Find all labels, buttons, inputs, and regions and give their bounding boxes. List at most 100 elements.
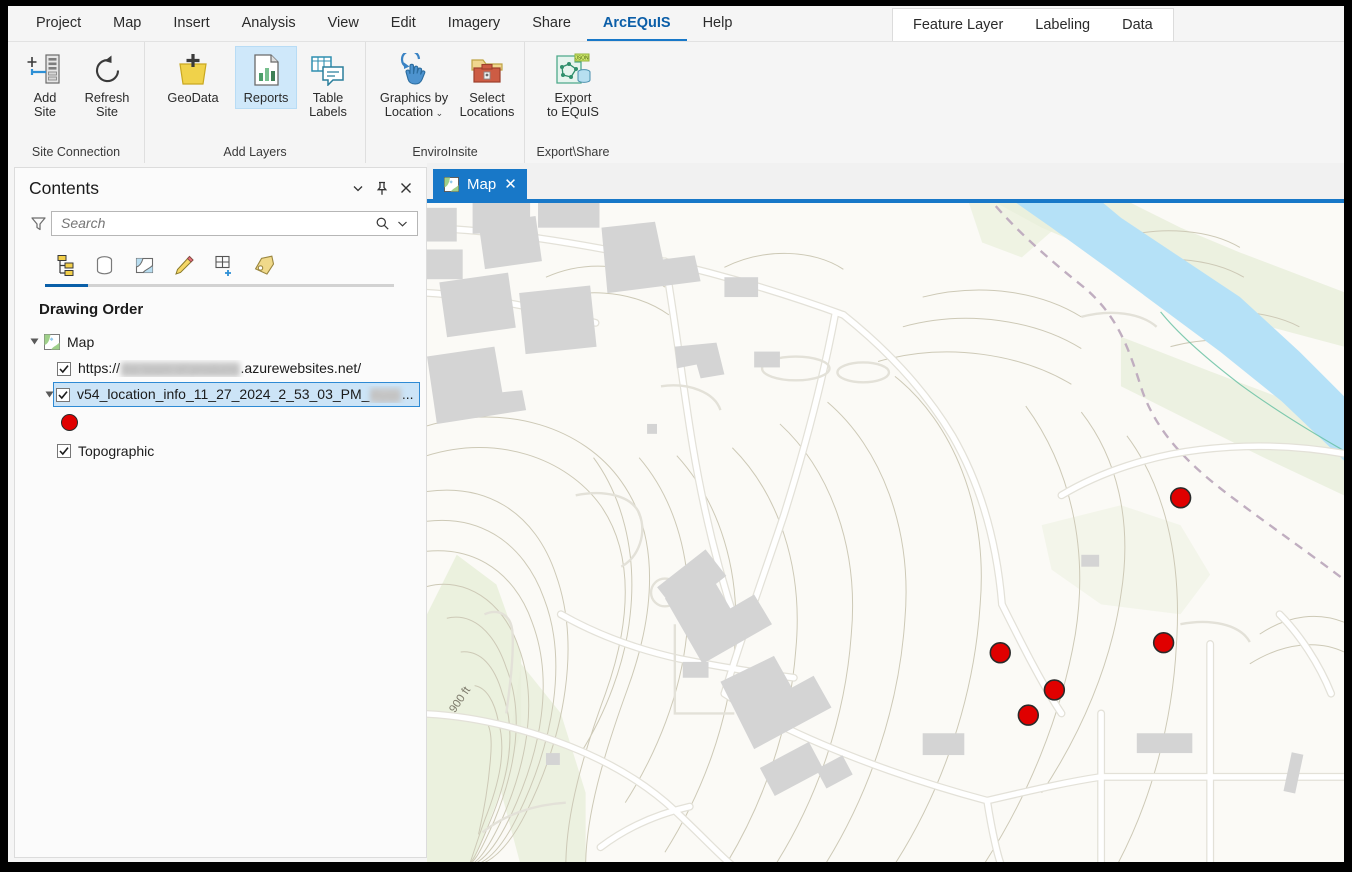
menu-item-map[interactable]: Map: [97, 6, 157, 41]
table-labels-button[interactable]: Table Labels: [297, 46, 359, 123]
context-tab-feature-layer[interactable]: Feature Layer: [897, 10, 1019, 41]
refresh-site-button[interactable]: Refresh Site: [76, 46, 138, 123]
search-icon[interactable]: [371, 216, 394, 231]
ribbon-group-label: Export\Share: [536, 145, 610, 159]
chevron-down-icon[interactable]: ⌄: [433, 108, 444, 118]
tree-node-layer-azurewebsites[interactable]: https://the team of products.azurewebsit…: [15, 355, 426, 382]
layer-label-suffix: .azurewebsites.net/: [240, 360, 362, 377]
search-box[interactable]: [51, 210, 418, 236]
menu-item-project[interactable]: Project: [20, 6, 97, 41]
location-point-2[interactable]: [1152, 631, 1175, 654]
graphics-by-location-button[interactable]: Graphics by Location ⌄: [372, 46, 456, 124]
reports-button[interactable]: Reports: [235, 46, 297, 109]
export-to-equis-button[interactable]: JSON Export to EQuIS: [531, 46, 615, 123]
add-site-label: Add Site: [33, 90, 57, 119]
contents-tab-underline: [45, 284, 394, 287]
select-locations-button[interactable]: Select Locations: [456, 46, 518, 123]
refresh-icon: [91, 52, 124, 88]
redacted-text: the team of products: [121, 361, 240, 377]
panel-menu-chevron-icon[interactable]: [346, 176, 370, 200]
select-locations-label: Select Locations: [459, 90, 515, 119]
export-to-equis-label: Export to EQuIS: [547, 90, 599, 119]
context-tab-data[interactable]: Data: [1106, 10, 1169, 41]
hand-pointer-icon: [397, 52, 431, 88]
page-title: Contents: [29, 177, 100, 198]
layer-rows: https://the team of products.azurewebsit…: [15, 355, 426, 464]
ribbon-group-site-connection: Add Site Refresh Site Site Connection: [8, 42, 144, 163]
toolbox-icon: [469, 52, 505, 88]
menu-item-view[interactable]: View: [312, 6, 375, 41]
map-view-icon: [44, 333, 60, 350]
ribbon-group-label: Site Connection: [31, 145, 121, 159]
menu-item-share[interactable]: Share: [516, 6, 587, 41]
expand-collapse-icon[interactable]: [27, 337, 41, 346]
search-input[interactable]: [61, 215, 371, 231]
location-point-5[interactable]: [1017, 704, 1040, 726]
svg-text:JSON: JSON: [575, 56, 589, 62]
layer-symbology: [15, 407, 426, 437]
close-icon[interactable]: ✕: [504, 177, 517, 192]
list-by-snapping-icon[interactable]: [205, 249, 243, 283]
list-by-labeling-icon[interactable]: [245, 249, 283, 283]
view-tab-strip: Map ✕: [427, 163, 1344, 199]
map-graphics: 900 ft: [427, 203, 1344, 862]
add-site-button[interactable]: Add Site: [14, 46, 76, 123]
layer-label: v54_location_info_11_27_2024_2_53_03_PM_…: [77, 386, 413, 403]
tree-node-layer-topographic[interactable]: Topographic: [15, 437, 426, 464]
search-options-chevron-icon[interactable]: [394, 217, 413, 230]
layer-visibility-checkbox[interactable]: [57, 361, 71, 376]
list-by-selection-icon[interactable]: [125, 249, 163, 283]
main-menu-bar: Project Map Insert Analysis View Edit Imagery S…: [8, 6, 1344, 41]
ribbon-group-label: Add Layers: [223, 145, 287, 159]
menu-item-insert[interactable]: Insert: [157, 6, 225, 41]
list-by-data-source-icon[interactable]: [85, 249, 123, 283]
drawing-order-heading: Drawing Order: [39, 301, 144, 318]
map-view-icon: [444, 176, 459, 192]
location-point-4[interactable]: [1043, 679, 1066, 701]
ribbon-group-label: EnviroInsite: [412, 145, 478, 159]
geodata-icon: [174, 52, 212, 88]
location-point-3[interactable]: [989, 642, 1011, 664]
menu-item-arcequis[interactable]: ArcEQuIS: [586, 6, 687, 41]
ribbon-group-add-layers: GeoData Reports Table Labels Add Layers: [144, 42, 365, 163]
menu-item-help[interactable]: Help: [687, 6, 749, 41]
map-canvas[interactable]: 900 ft: [427, 203, 1344, 862]
layer-label-prefix: https://: [78, 360, 121, 377]
layer-visibility-checkbox[interactable]: [57, 443, 71, 458]
filter-icon[interactable]: [25, 215, 51, 232]
main-body: Contents Search Drawing Order Map https:…: [8, 163, 1344, 862]
geodata-button[interactable]: GeoData: [151, 46, 235, 109]
table-labels-label: Table Labels: [309, 90, 347, 119]
tree-node-map[interactable]: Map: [15, 328, 426, 355]
arcgis-pro-window: Project Map Insert Analysis View Edit Imagery S…: [8, 6, 1344, 862]
reports-icon: [249, 52, 283, 88]
menu-item-analysis[interactable]: Analysis: [226, 6, 312, 41]
graphics-by-location-label: Graphics by Location ⌄: [379, 90, 449, 119]
contents-search-row: [15, 208, 426, 238]
menu-item-imagery[interactable]: Imagery: [432, 6, 516, 41]
layer-visibility-checkbox[interactable]: [56, 387, 70, 402]
tree-node-layer-v54-location-info[interactable]: v54_location_info_11_27_2024_2_53_03_PM_…: [45, 382, 420, 407]
geodata-label: GeoData: [167, 90, 219, 105]
pin-icon[interactable]: [370, 176, 394, 200]
reports-label: Reports: [243, 90, 289, 105]
map-view-container: Map ✕ 900 ft: [427, 163, 1344, 862]
list-by-drawing-order-icon[interactable]: [45, 249, 83, 283]
layer-label: Topographic: [78, 443, 154, 459]
menu-item-edit[interactable]: Edit: [375, 6, 432, 41]
layer-label-suffix: ...: [401, 386, 414, 403]
point-symbol-red-circle[interactable]: [61, 413, 78, 431]
tab-map[interactable]: Map ✕: [433, 169, 527, 199]
layer-tree: Drawing Order Map https://the team of pr…: [15, 287, 426, 857]
layer-label: https://the team of products.azurewebsit…: [78, 360, 361, 377]
close-icon[interactable]: [394, 176, 418, 200]
location-point-1[interactable]: [1169, 487, 1192, 509]
context-tab-labeling[interactable]: Labeling: [1019, 10, 1106, 41]
expand-collapse-icon[interactable]: [42, 390, 56, 399]
layer-label-prefix: v54_location_info_11_27_2024_2_53_03_PM_: [77, 386, 370, 403]
contents-tab-icons: [15, 238, 426, 284]
list-by-editing-icon[interactable]: [165, 249, 203, 283]
table-labels-icon: [310, 52, 346, 88]
layer-label-prefix: Topographic: [78, 442, 155, 459]
ribbon-group-export-share: JSON Export to EQuIS Export\Share: [524, 42, 621, 163]
